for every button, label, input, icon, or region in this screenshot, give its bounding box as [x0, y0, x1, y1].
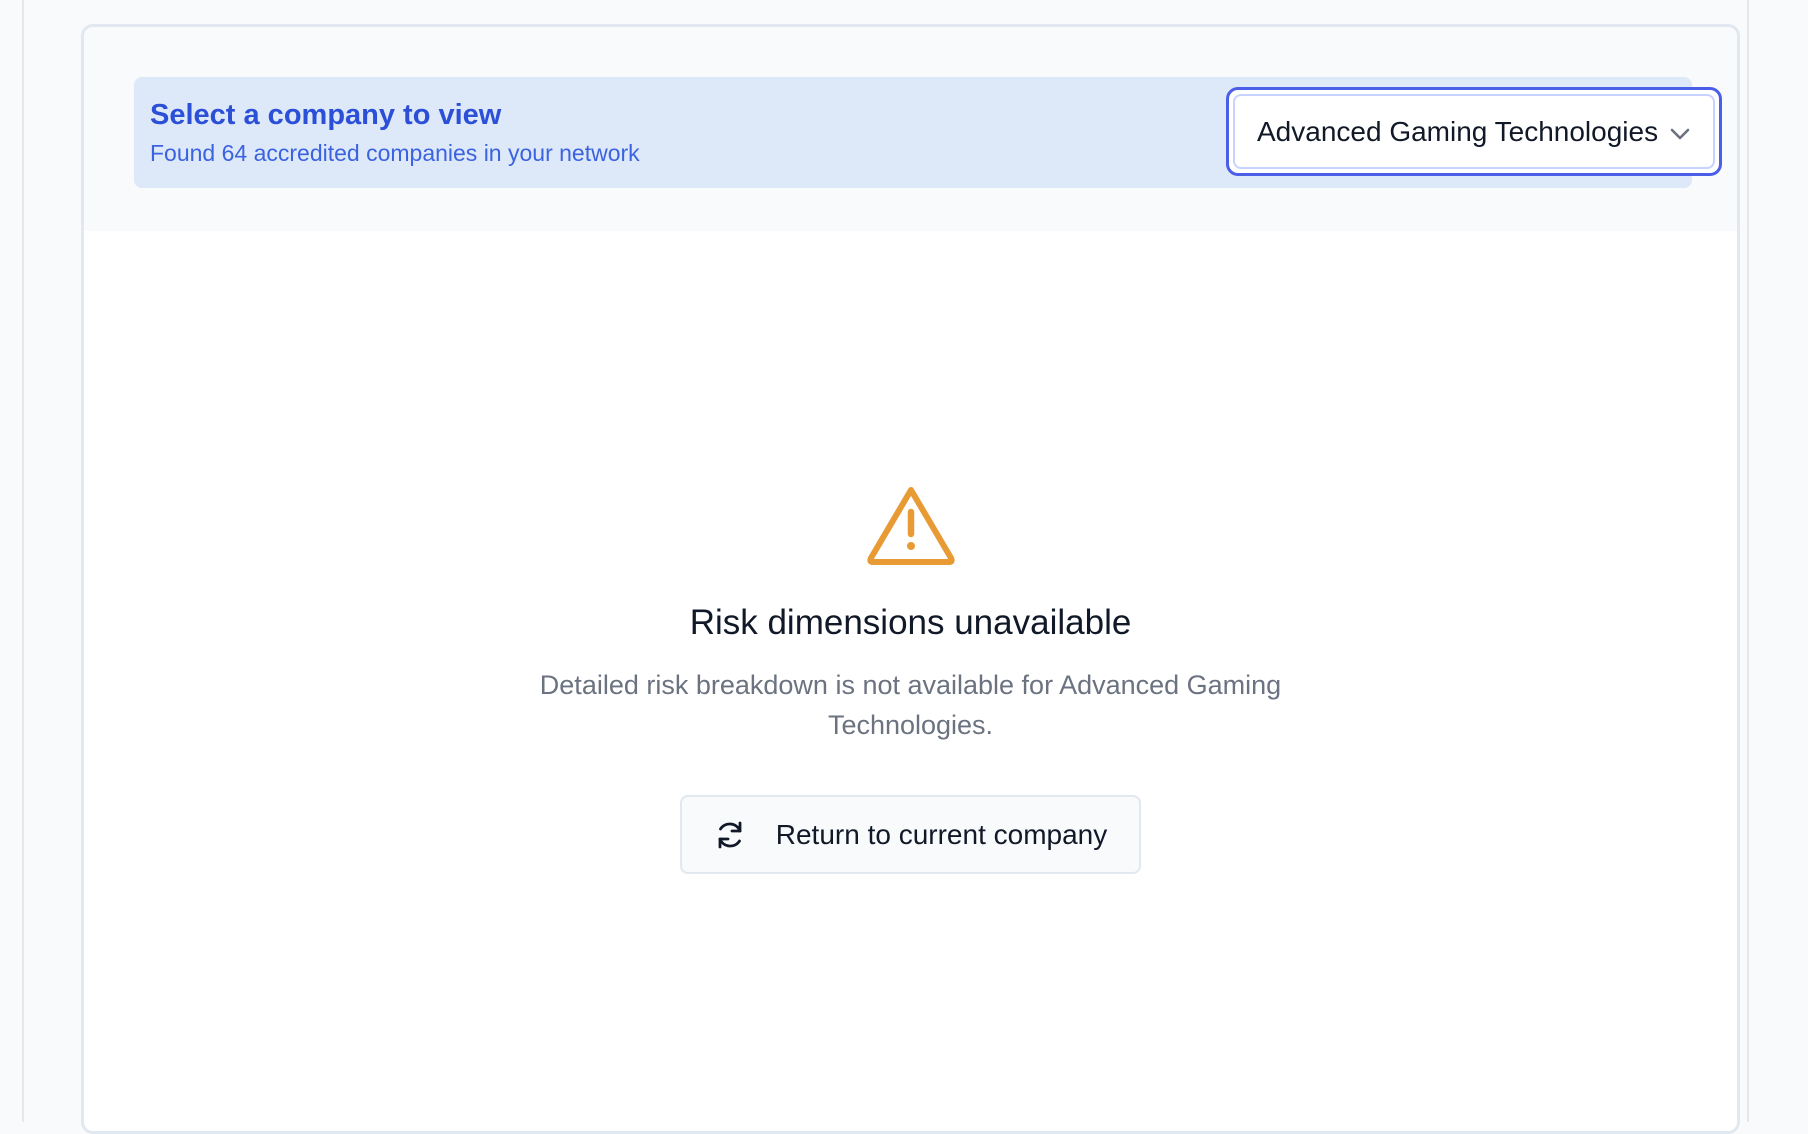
company-select-value: Advanced Gaming Technologies [1257, 116, 1659, 147]
company-select[interactable]: Advanced Gaming Technologies [1226, 87, 1722, 176]
return-button-label: Return to current company [775, 818, 1108, 850]
refresh-icon [718, 821, 742, 848]
selector-subtitle: Found 64 accredited companies in your ne… [150, 140, 640, 166]
return-to-current-company-button[interactable]: Return to current company [679, 795, 1142, 874]
empty-state: Risk dimensions unavailable Detailed ris… [84, 482, 1737, 874]
risk-card: Select a company to view Found 64 accred… [81, 24, 1740, 1134]
card-header: Select a company to view Found 64 accred… [84, 27, 1737, 231]
empty-state-title: Risk dimensions unavailable [689, 603, 1132, 642]
selector-title: Select a company to view [150, 99, 502, 131]
company-selector-bar: Select a company to view Found 64 accred… [134, 77, 1722, 188]
company-select-field[interactable]: Advanced Gaming Technologies [1233, 94, 1715, 169]
empty-state-description: Detailed risk breakdown is not available… [539, 670, 1282, 740]
app-container: Select a company to view Found 64 accred… [22, 0, 1749, 1134]
chevron-down-icon [1670, 128, 1690, 140]
warning-triangle-icon [866, 487, 955, 565]
